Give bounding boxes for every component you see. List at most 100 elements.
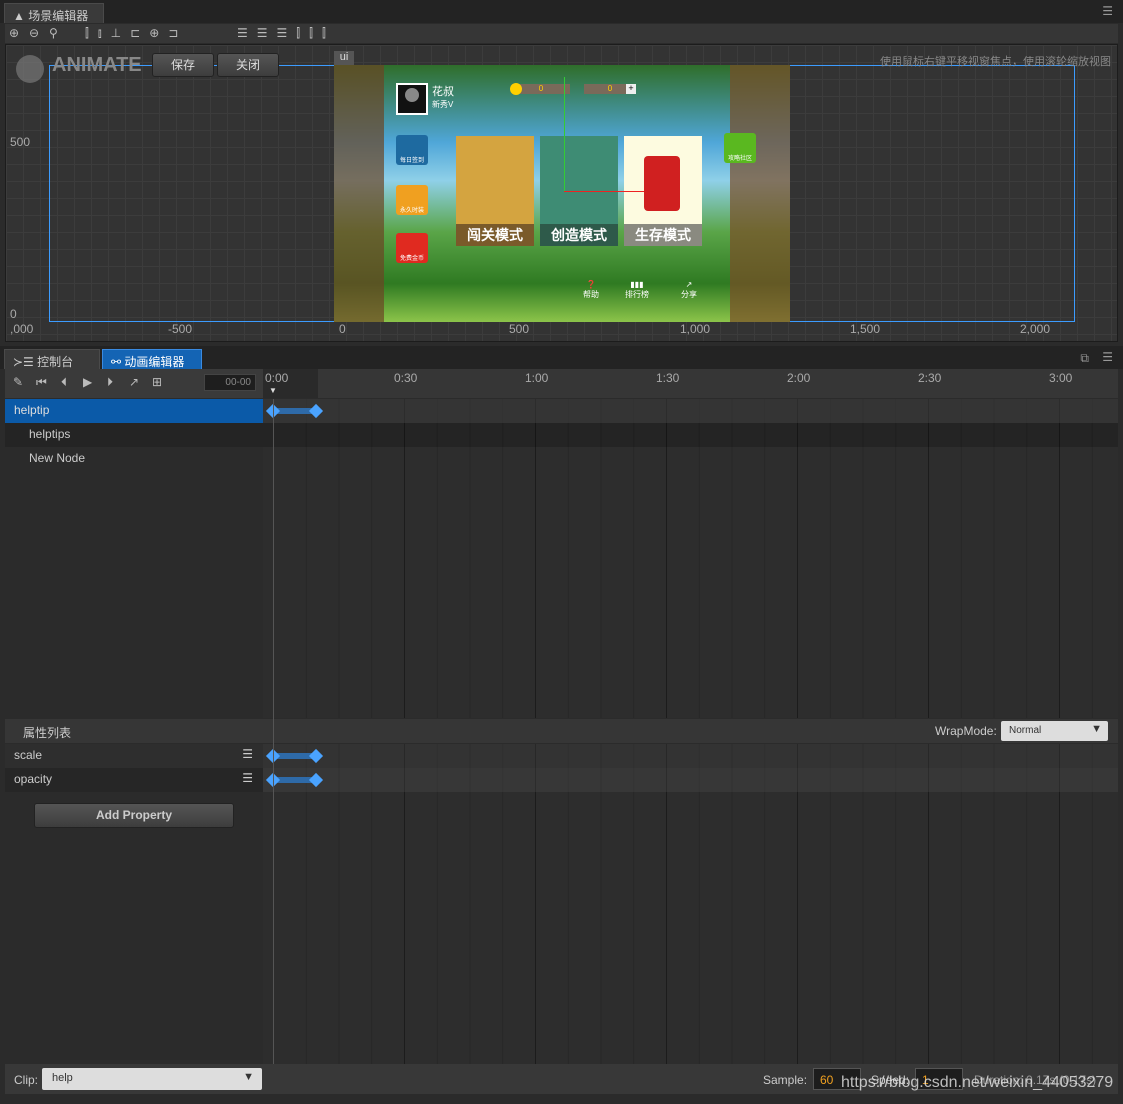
leaderboard-button[interactable]: ▮▮▮ 排行榜 [622,280,652,300]
node-row-new-node[interactable]: New Node [5,447,263,471]
property-header: 属性列表 WrapMode: Normal ▼ [5,719,1118,743]
tab-console[interactable]: ≻☰ 控制台 [4,349,100,369]
button-label: 攻略社区 [727,156,752,162]
button-label: 帮助 [583,290,599,299]
node-tag: ui [334,51,354,65]
x-label: 2,000 [1020,322,1051,336]
align-icons[interactable]: ⫿⫾⊥⊏⊕⊐ [85,26,187,41]
clip-select[interactable]: help ▼ [42,1068,262,1090]
edit-icon[interactable]: ✎ [13,375,23,389]
clip-value: help [52,1072,73,1084]
popout-icon[interactable]: ⧉ [1080,351,1089,366]
tree-trunk-left [334,65,384,322]
tab-animation-editor[interactable]: ⚯ 动画编辑器 [102,349,202,369]
help-button[interactable]: ❓ 帮助 [576,280,606,300]
prev-frame-icon[interactable]: ⏴ [61,375,67,390]
add-property-button[interactable]: Add Property [34,803,234,828]
property-row-scale[interactable]: scale ☰ [5,744,263,768]
zoom-out-icon[interactable]: ⊖ [29,26,39,40]
node-label: New Node [29,451,86,465]
x-label: 0 [339,322,346,336]
sample-value: 60 [820,1073,834,1087]
property-label: scale [14,748,43,762]
avatar[interactable] [396,83,428,115]
y-label: 500 [10,135,31,149]
plus-icon[interactable]: + [626,84,636,94]
tick-label: 0:30 [394,371,418,385]
button-label: 每日签到 [399,158,424,164]
close-button[interactable]: 关闭 [217,53,279,77]
scene-toolbar: ⊕ ⊖ ⚲ ⫿⫾⊥⊏⊕⊐ ☰☰☰⫿⫿⫿ [5,24,1118,43]
scene-icon: ▲ [13,9,29,23]
x-label: ,000 [10,322,34,336]
animation-icon: ⚯ [111,355,125,369]
property-row-opacity[interactable]: opacity ☰ [5,768,263,792]
dynamite-icon [644,156,680,211]
time-ruler[interactable]: 0:00 0:30 1:00 1:30 2:00 2:30 3:00 ▼ [263,369,1118,398]
tab-label: 控制台 [37,355,74,369]
logo-icon [16,55,44,83]
share-button[interactable]: ↗ 分享 [674,280,704,300]
node-timeline[interactable] [263,399,1118,718]
player-name: 花叔 [432,86,454,98]
button-label: 免费金币 [399,256,424,262]
property-timeline[interactable] [263,744,1118,1064]
wrapmode-label: WrapMode: [935,724,997,738]
hint-text: 使用鼠标右键平移视窗焦点，使用滚轮缩放视图 [880,56,1111,68]
export-icon[interactable]: ↗ [129,375,139,389]
distribute-icons[interactable]: ☰☰☰⫿⫿⫿ [237,26,335,41]
scene-canvas[interactable]: ANIMATE 保存 关闭 ui 使用鼠标右键平移视窗焦点，使用滚轮缩放视图 5… [5,44,1118,342]
y-label: 0 [10,307,17,321]
playhead-marker[interactable]: ▼ [269,386,277,395]
node-row-helptips[interactable]: helptips [5,423,263,447]
tab-label: 动画编辑器 [124,355,185,369]
tick-label: 3:00 [1049,371,1073,385]
zoom-in-icon[interactable]: ⊕ [9,26,25,40]
playhead-line[interactable] [273,399,274,1064]
anim-footer: Clip: help ▼ Sample: 60 Speed: 1 Duration… [5,1064,1118,1094]
x-label: -500 [168,322,193,336]
menu-icon[interactable]: ☰ [242,747,253,761]
jump-first-icon[interactable]: ⏮ [36,375,47,390]
anim-toolbar: ✎ ⏮ ⏴ ▶ ⏵ ↗ ⊞ 00-00 [5,369,263,398]
next-frame-icon[interactable]: ⏵ [107,375,113,390]
x-label: 1,500 [850,322,881,336]
tab-label: 场景编辑器 [28,9,89,23]
community-button[interactable]: 攻略社区 [724,133,756,163]
mode-label: 闯关模式 [456,224,534,246]
menu-icon[interactable]: ☰ [1102,4,1113,18]
tick-label: 2:30 [918,371,942,385]
save-button[interactable]: 保存 [152,53,214,77]
node-label: helptip [14,403,50,417]
mode-label: 创造模式 [540,224,618,246]
daily-checkin-button[interactable]: 每日签到 [396,135,428,165]
costume-button[interactable]: 永久时装 [396,185,428,215]
logo-text: ANIMATE [52,54,142,76]
node-row-helptip[interactable]: helptip [5,399,263,423]
tick-label: 2:00 [787,371,811,385]
zoom-reset-icon[interactable]: ⚲ [49,26,58,40]
wrapmode-value: Normal [1009,725,1042,736]
x-axis-gizmo[interactable] [564,191,644,192]
y-axis-gizmo[interactable] [564,77,565,192]
tab-scene-editor[interactable]: ▲ 场景编辑器 [4,3,104,23]
play-icon[interactable]: ▶ [83,375,92,389]
free-coins-button[interactable]: 免费金币 [396,233,428,263]
coin-icon [510,83,522,95]
game-preview[interactable]: 花叔 新秀V 0 0 + 闯关模式 创造模式 生存模式 每日签到 永久时装 免费… [334,65,790,322]
x-label: 1,000 [680,322,711,336]
tick-label: 1:00 [525,371,549,385]
wrapmode-select[interactable]: Normal ▼ [1001,721,1108,741]
coin-value: 0 [538,84,544,93]
bottom-tab-header: ≻☰ 控制台 ⚯ 动画编辑器 ⧉ ☰ [0,346,1123,369]
button-label: 分享 [681,290,697,299]
menu-icon[interactable]: ☰ [242,771,253,785]
sample-label: Sample: [763,1073,808,1087]
chevron-down-icon: ▼ [243,1071,254,1083]
tree-trunk-right [730,65,790,322]
menu-icon[interactable]: ☰ [1102,350,1113,364]
mode-level[interactable]: 闯关模式 [456,136,534,246]
time-input[interactable]: 00-00 [204,374,256,391]
add-icon[interactable]: ⊞ [152,375,162,389]
tick-label: 0:00 [265,371,289,385]
